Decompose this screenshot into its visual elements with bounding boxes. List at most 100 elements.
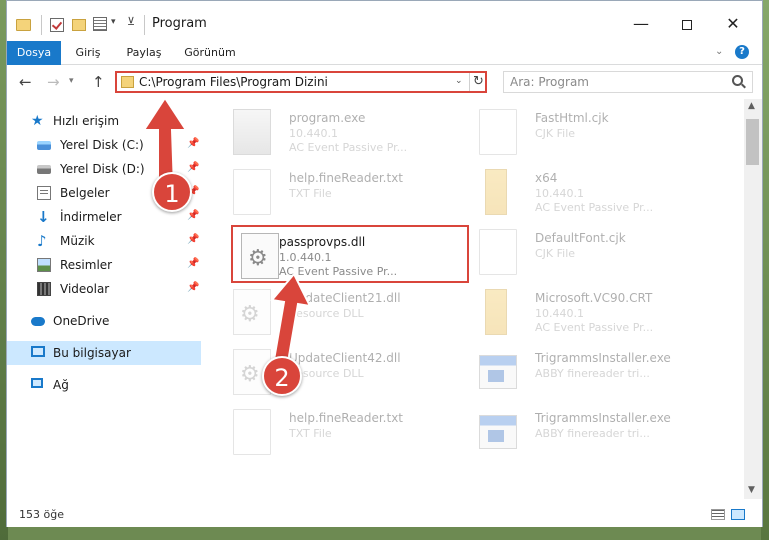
exe-icon (233, 109, 271, 155)
file-item[interactable]: program.exe 10.440.1 AC Event Passive Pr… (225, 103, 465, 159)
address-path[interactable]: C:\Program Files\Program Dizini (139, 75, 328, 89)
minimize-button[interactable]: — (618, 9, 664, 39)
recent-locations-icon[interactable]: ▾ (69, 76, 74, 86)
file-description: AC Event Passive Pr... (535, 321, 654, 334)
item-count: 153 öğe (19, 508, 64, 521)
scroll-thumb[interactable] (746, 119, 759, 165)
sidebar-item-label: Videolar (60, 282, 110, 296)
close-button[interactable]: ✕ (710, 9, 756, 39)
file-item[interactable]: TrigrammsInstaller.exe ABBY finereader t… (471, 403, 711, 459)
drive-icon (37, 141, 51, 150)
address-dropdown-icon[interactable]: ⌄ (455, 76, 463, 86)
maximize-button[interactable] (664, 9, 710, 39)
file-name: FastHtml.cjk (535, 111, 609, 125)
file-item[interactable]: FastHtml.cjk CJK File (471, 103, 711, 159)
address-bar[interactable]: C:\Program Files\Program Dizini ⌄ ↻ (115, 71, 487, 93)
search-box[interactable]: Ara: Program (503, 71, 753, 93)
file-item[interactable]: x64 10.440.1 AC Event Passive Pr... (471, 163, 711, 219)
folder-icon (485, 289, 507, 335)
file-version: 1.0.440.1 (279, 251, 332, 264)
file-description: AC Event Passive Pr... (535, 201, 654, 214)
toolbar-separator (41, 15, 42, 35)
folder-icon (121, 76, 134, 88)
pin-icon[interactable]: 📌 (187, 210, 199, 221)
file-version: 10.440.1 (535, 187, 584, 200)
forward-button[interactable]: → (47, 73, 60, 91)
file-item[interactable]: TrigrammsInstaller.exe ABBY finereader t… (471, 343, 711, 399)
file-icon (479, 229, 517, 275)
sidebar-item-label: Hızlı erişim (53, 114, 120, 128)
file-name: TrigrammsInstaller.exe (535, 411, 671, 425)
tab-home[interactable]: Giriş (65, 41, 111, 65)
file-item[interactable]: UpdateClient42.dll Resource DLL (225, 343, 465, 399)
expand-ribbon-icon[interactable]: ⌄ (715, 46, 723, 57)
file-version: 10.440.1 (289, 127, 338, 140)
scroll-down-icon[interactable]: ▼ (748, 485, 755, 495)
videos-icon (37, 282, 51, 296)
help-icon[interactable]: ? (735, 45, 749, 59)
file-icon (233, 169, 271, 215)
sidebar-item-label: Müzik (60, 234, 95, 248)
tab-file[interactable]: Dosya (7, 41, 61, 65)
file-name: passprovps.dll (279, 235, 366, 249)
cloud-icon (31, 317, 45, 326)
sidebar-item-music[interactable]: ♪ Müzik 📌 (7, 229, 201, 253)
file-type: TXT File (289, 187, 332, 200)
maximize-icon (682, 19, 692, 30)
file-item[interactable]: DefaultFont.cjk CJK File (471, 223, 711, 279)
star-icon: ★ (31, 113, 44, 129)
file-icon (479, 109, 517, 155)
scroll-up-icon[interactable]: ▲ (748, 101, 755, 111)
sidebar-item-label: OneDrive (53, 314, 110, 328)
ribbon-tabs: Dosya Giriş Paylaş Görünüm ⌄ ? (7, 41, 762, 65)
sidebar-item-label: Belgeler (60, 186, 110, 200)
tab-share[interactable]: Paylaş (117, 41, 171, 65)
details-view-icon[interactable] (711, 509, 725, 520)
up-button[interactable]: ↑ (92, 73, 105, 91)
tiles-view-icon[interactable] (731, 509, 745, 520)
annotation-arrow-2 (270, 272, 312, 364)
file-name: help.fineReader.txt (289, 171, 403, 185)
customize-quick-access-icon[interactable]: ⊻ (127, 15, 135, 33)
file-description: ABBY finereader tri... (535, 367, 650, 380)
file-name: program.exe (289, 111, 366, 125)
sidebar-item-onedrive[interactable]: OneDrive (7, 309, 201, 333)
folder-icon (16, 19, 31, 31)
back-button[interactable]: ← (19, 73, 32, 91)
file-item[interactable]: UpdateClient21.dll Resource DLL (225, 283, 465, 339)
sidebar-item-label: Ağ (53, 378, 69, 392)
toolbar-separator (144, 15, 145, 35)
sidebar-item-label: İndirmeler (60, 210, 122, 224)
exe-icon (479, 415, 517, 449)
title-bar: ▾ ⊻ Program — ✕ (7, 1, 762, 41)
file-item[interactable]: help.fineReader.txt TXT File (225, 403, 465, 459)
pin-icon[interactable]: 📌 (187, 282, 199, 293)
annotation-badge-1: 1 (152, 172, 192, 212)
file-item[interactable]: Microsoft.VC90.CRT 10.440.1 AC Event Pas… (471, 283, 711, 339)
file-description: ABBY finereader tri... (535, 427, 650, 440)
new-folder-icon[interactable] (72, 19, 86, 31)
file-name: help.fineReader.txt (289, 411, 403, 425)
file-name: DefaultFont.cjk (535, 231, 626, 245)
properties-check-icon[interactable] (50, 18, 64, 32)
quick-access-dropdown-icon[interactable]: ▾ (111, 17, 116, 35)
sidebar-item-pictures[interactable]: Resimler 📌 (7, 253, 201, 277)
folder-icon (485, 169, 507, 215)
drive-icon (37, 165, 51, 174)
search-icon[interactable] (732, 75, 743, 86)
search-input[interactable]: Ara: Program (510, 75, 589, 89)
properties-icon[interactable] (93, 17, 107, 31)
refresh-icon[interactable]: ↻ (469, 73, 487, 91)
vertical-scrollbar[interactable]: ▲ ▼ (744, 99, 762, 499)
sidebar-item-this-pc[interactable]: Bu bilgisayar (7, 341, 201, 365)
documents-icon (37, 186, 51, 200)
pin-icon[interactable]: 📌 (187, 258, 199, 269)
file-description: AC Event Passive Pr... (289, 141, 408, 154)
file-item[interactable]: help.fineReader.txt TXT File (225, 163, 465, 219)
sidebar-item-videos[interactable]: Videolar 📌 (7, 277, 201, 301)
tab-view[interactable]: Görünüm (177, 41, 243, 65)
file-type: CJK File (535, 127, 576, 140)
pin-icon[interactable]: 📌 (187, 234, 199, 245)
sidebar-item-label: Bu bilgisayar (53, 346, 131, 360)
sidebar-item-network[interactable]: Ağ (7, 373, 201, 397)
